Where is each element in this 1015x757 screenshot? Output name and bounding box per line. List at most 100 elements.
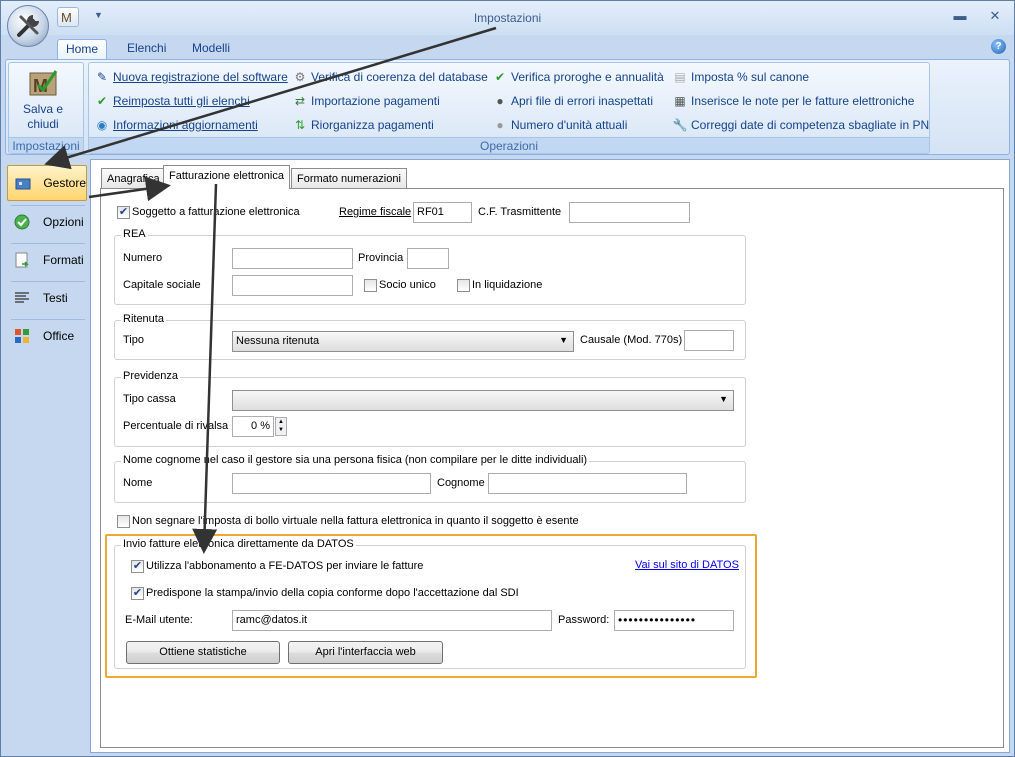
spinner-updown-icon[interactable]: ▲ ▼	[275, 417, 287, 436]
invio-datos-legend: Invio fatture elettronica direttamente d…	[121, 538, 356, 550]
persona-fisica-group: Nome cognome nel caso il gestore sia una…	[114, 454, 746, 503]
sort-icon: ⇅	[294, 118, 306, 132]
close-icon[interactable]: ✕	[986, 8, 1004, 24]
text-lines-icon	[13, 289, 31, 307]
capitale-sociale-input[interactable]	[232, 275, 353, 296]
nav-item-formati[interactable]: Formati	[7, 242, 87, 278]
email-input[interactable]: ramc@datos.it	[232, 610, 552, 631]
save-close-label-2: chiudi	[27, 117, 59, 131]
provincia-input[interactable]	[407, 248, 449, 269]
verifica-proroghe-button[interactable]: ✔ Verifica proroghe e annualità	[492, 67, 664, 87]
importazione-pagamenti-button[interactable]: ⇄ Importazione pagamenti	[292, 91, 440, 111]
datos-site-link[interactable]: Vai sul sito di DATOS	[635, 559, 739, 571]
tipo-cassa-label: Tipo cassa	[123, 393, 176, 405]
tab-home[interactable]: Home	[57, 39, 108, 59]
ribbon: M Salva e chiudi Impostazioni ✎ Nuova reg…	[5, 59, 1010, 155]
tab-modelli[interactable]: Modelli	[184, 39, 238, 59]
invio-datos-group: Invio fatture elettronica direttamente d…	[114, 538, 746, 669]
tipo-ritenuta-label: Tipo	[123, 334, 144, 346]
office-icon	[13, 327, 31, 345]
settings-window: Impostazioni M ▼ ▬ ✕ Home Elenchi Modell…	[0, 0, 1015, 757]
provincia-label: Provincia	[358, 252, 404, 264]
tab-anagrafica[interactable]: Anagrafica	[101, 168, 166, 189]
correggi-date-button[interactable]: 🔧 Correggi date di competenza sbagliate i…	[672, 115, 930, 135]
informazioni-aggiornamenti-button[interactable]: ◉ Informazioni aggiornamenti	[94, 115, 258, 135]
percentuale-rivalsa-input[interactable]: 0 %	[232, 416, 274, 437]
socio-unico-checkbox[interactable]	[364, 279, 377, 292]
numero-input[interactable]	[232, 248, 353, 269]
group-label-operazioni: Operazioni	[89, 137, 929, 153]
imposta-canone-button[interactable]: ▤ Imposta % sul canone	[672, 67, 809, 87]
nav-item-gestore[interactable]: Gestore	[7, 165, 87, 201]
rea-group: REA Numero Provincia Capitale sociale So…	[114, 228, 746, 305]
application-menu-button[interactable]	[7, 5, 49, 47]
group-impostazioni: M Salva e chiudi Impostazioni	[8, 62, 84, 154]
in-liquidazione-label: In liquidazione	[472, 279, 543, 291]
predispone-checkbox[interactable]: ✔	[131, 587, 144, 600]
apri-interfaccia-web-button[interactable]: Apri l'interfaccia web	[288, 641, 443, 664]
ottiene-statistiche-button[interactable]: Ottiene statistiche	[126, 641, 280, 664]
regime-fiscale-label[interactable]: Regime fiscale	[339, 206, 411, 218]
cognome-label: Cognome	[437, 477, 485, 489]
ribbon-tabs: Home Elenchi Modelli	[1, 35, 1014, 59]
ritenuta-group: Ritenuta Tipo Nessuna ritenuta ▼ Causale…	[114, 313, 746, 360]
building-icon	[14, 174, 31, 192]
tab-elenchi[interactable]: Elenchi	[119, 39, 174, 59]
nome-input[interactable]	[232, 473, 431, 494]
bomb-icon: ●	[496, 94, 504, 108]
cf-trasmittente-label: C.F. Trasmittente	[478, 206, 562, 218]
soggetto-label: Soggetto a fatturazione elettronica	[132, 206, 300, 218]
causale-input[interactable]	[684, 330, 734, 351]
document-arrow-icon	[13, 251, 31, 269]
nuova-registrazione-button[interactable]: ✎ Nuova registrazione del software	[94, 67, 288, 87]
riorganizza-pagamenti-button[interactable]: ⇅ Riorganizza pagamenti	[292, 115, 434, 135]
previdenza-legend: Previdenza	[121, 370, 181, 382]
soggetto-checkbox[interactable]: ✔	[117, 206, 130, 219]
svg-text:M: M	[61, 10, 72, 25]
nav-item-testi[interactable]: Testi	[7, 280, 87, 316]
abbonamento-checkbox[interactable]: ✔	[131, 560, 144, 573]
rea-legend: REA	[121, 228, 148, 240]
checkmark-icon: ✔	[494, 70, 506, 84]
tab-fatturazione-elettronica[interactable]: Fatturazione elettronica	[163, 165, 290, 189]
save-close-label-1: Salva e	[22, 102, 64, 116]
numero-label: Numero	[123, 252, 163, 264]
nav-item-office[interactable]: Office	[7, 318, 87, 354]
save-close-button[interactable]: M Salva e chiudi	[13, 67, 73, 133]
globe-icon: ◉	[96, 118, 108, 132]
info-icon: ●	[496, 118, 504, 132]
help-icon[interactable]: ?	[991, 39, 1006, 54]
previdenza-group: Previdenza Tipo cassa ▼ Percentuale di r…	[114, 370, 746, 447]
bollo-checkbox[interactable]	[117, 515, 130, 528]
ritenuta-legend: Ritenuta	[121, 313, 166, 325]
title-bar: Impostazioni M ▼ ▬ ✕	[1, 1, 1014, 35]
percentuale-rivalsa-label: Percentuale di rivalsa	[123, 420, 229, 432]
chevron-down-icon: ▼	[719, 394, 728, 404]
predispone-label: Predispone la stampa/invio della copia c…	[146, 587, 519, 599]
minimize-icon[interactable]: ▬	[951, 8, 969, 24]
gears-icon: ⚙	[294, 70, 306, 84]
save-close-icon: M	[29, 70, 58, 96]
verifica-coerenza-button[interactable]: ⚙ Verifica di coerenza del database	[292, 67, 488, 87]
socio-unico-label: Socio unico	[379, 279, 436, 291]
reimposta-elenchi-button[interactable]: ✔ Reimposta tutti gli elenchi	[94, 91, 250, 111]
cf-trasmittente-input[interactable]	[569, 202, 690, 223]
regime-fiscale-input[interactable]: RF01	[413, 202, 472, 223]
apri-file-errori-button[interactable]: ● Apri file di errori inaspettati	[492, 91, 653, 111]
quick-access-save-icon[interactable]: M	[57, 7, 79, 27]
check-circle-icon	[13, 213, 31, 231]
numero-unita-button[interactable]: ● Numero d'unità attuali	[492, 115, 627, 135]
cognome-input[interactable]	[488, 473, 687, 494]
nav-item-opzioni[interactable]: Opzioni	[7, 204, 87, 240]
password-input[interactable]: •••••••••••••••	[614, 610, 734, 631]
inserisce-note-button[interactable]: ▦ Inserisce le note per le fatture elettr…	[672, 91, 914, 111]
notes-icon: ▦	[674, 94, 686, 108]
quick-access-dropdown-icon[interactable]: ▼	[94, 10, 103, 20]
in-liquidazione-checkbox[interactable]	[457, 279, 470, 292]
tab-formato-numerazioni[interactable]: Formato numerazioni	[291, 168, 407, 189]
content-area: Anagrafica Fatturazione elettronica Form…	[90, 159, 1010, 753]
tipo-cassa-select[interactable]: ▼	[232, 390, 734, 411]
window-title: Impostazioni	[473, 11, 542, 25]
tipo-ritenuta-select[interactable]: Nessuna ritenuta ▼	[232, 331, 574, 352]
chevron-down-icon: ▼	[559, 335, 568, 345]
